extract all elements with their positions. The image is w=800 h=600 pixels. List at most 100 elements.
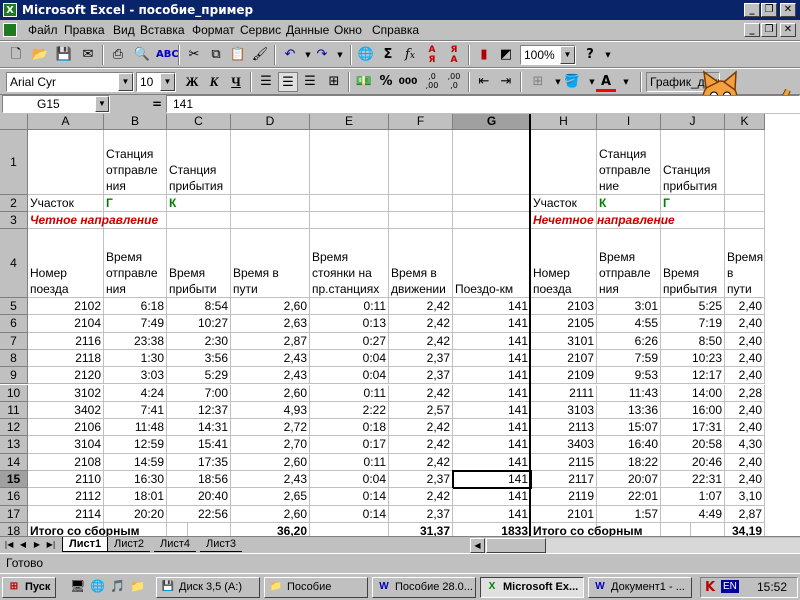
decrease-indent-icon[interactable]: ⇤ bbox=[474, 72, 494, 92]
cell-h14[interactable]: 2115 bbox=[531, 453, 597, 471]
cell-h15[interactable]: 2117 bbox=[531, 471, 597, 489]
cell-d14[interactable]: 2,60 bbox=[231, 453, 310, 471]
media-icon[interactable]: 🎵 bbox=[110, 579, 126, 595]
chevron-down-icon[interactable]: ▼ bbox=[118, 73, 133, 91]
cell-a15[interactable]: 2110 bbox=[28, 471, 104, 489]
cell-c15[interactable]: 18:56 bbox=[167, 471, 231, 489]
cell-f17[interactable]: 2,37 bbox=[389, 505, 453, 523]
close-button[interactable]: ✕ bbox=[780, 3, 796, 17]
cell-d4[interactable]: Время в пути bbox=[231, 229, 310, 298]
cell-c13[interactable]: 15:41 bbox=[167, 436, 231, 454]
cell-a13[interactable]: 3104 bbox=[28, 436, 104, 454]
new-icon[interactable]: 🗋 bbox=[6, 45, 26, 65]
cell-e9[interactable]: 0:04 bbox=[310, 367, 389, 385]
cell-i7[interactable]: 6:26 bbox=[597, 332, 661, 350]
cell[interactable] bbox=[310, 130, 389, 195]
cell[interactable] bbox=[310, 212, 389, 229]
cell[interactable] bbox=[310, 195, 389, 212]
cell-b4[interactable]: Время отправле ния bbox=[104, 229, 167, 298]
cell-b1[interactable]: Станция отправле ния bbox=[104, 130, 167, 195]
cell-e12[interactable]: 0:18 bbox=[310, 419, 389, 437]
row-header-16[interactable]: 16 bbox=[0, 488, 28, 506]
sort-descending-icon[interactable]: ЯА bbox=[444, 45, 464, 65]
menu-tools[interactable]: Сервис bbox=[240, 23, 281, 37]
cell-d12[interactable]: 2,72 bbox=[231, 419, 310, 437]
cut-icon[interactable]: ✂ bbox=[184, 45, 204, 65]
cell-f6[interactable]: 2,42 bbox=[389, 315, 453, 333]
cell-h12[interactable]: 2113 bbox=[531, 419, 597, 437]
cell-e5[interactable]: 0:11 bbox=[310, 298, 389, 316]
cell-k5[interactable]: 2,40 bbox=[725, 298, 765, 316]
sheet-tab-4[interactable]: Лист4 bbox=[154, 537, 197, 552]
chevron-down-icon[interactable]: ▼ bbox=[160, 73, 175, 91]
cell-g18[interactable]: 1833 bbox=[453, 522, 531, 536]
row-header-14[interactable]: 14 bbox=[0, 453, 28, 471]
cell-a3[interactable]: Четное направление bbox=[28, 212, 228, 229]
cell-j14[interactable]: 20:46 bbox=[661, 453, 725, 471]
cell[interactable] bbox=[231, 195, 310, 212]
taskbar-item-disk[interactable]: 💾 Диск 3,5 (A:) bbox=[156, 577, 260, 598]
cell-e11[interactable]: 2:22 bbox=[310, 401, 389, 420]
copy-icon[interactable]: ⧉ bbox=[206, 45, 226, 65]
cell-j17[interactable]: 4:49 bbox=[661, 505, 725, 523]
menu-data[interactable]: Данные bbox=[286, 23, 329, 37]
row-header-18[interactable]: 18 bbox=[0, 522, 28, 536]
cell-f18[interactable]: 31,37 bbox=[389, 522, 453, 536]
cell[interactable] bbox=[453, 212, 531, 229]
cell-d13[interactable]: 2,70 bbox=[231, 436, 310, 454]
cell-f11[interactable]: 2,57 bbox=[389, 401, 453, 420]
scroll-thumb[interactable] bbox=[486, 538, 546, 553]
first-sheet-icon[interactable]: |◀ bbox=[2, 538, 16, 552]
row-header-6[interactable]: 6 bbox=[0, 315, 28, 333]
taskbar-item-folder[interactable]: 📁 Пособие bbox=[264, 577, 368, 598]
cell-k17[interactable]: 2,87 bbox=[725, 505, 765, 523]
cell-c16[interactable]: 20:40 bbox=[167, 488, 231, 506]
next-sheet-icon[interactable]: ▶ bbox=[30, 538, 44, 552]
cell-a4[interactable]: Номер поезда bbox=[28, 229, 104, 298]
cell-h9[interactable]: 2109 bbox=[531, 367, 597, 385]
doc-close-button[interactable]: ✕ bbox=[780, 23, 796, 37]
cell-c7[interactable]: 2:30 bbox=[167, 332, 231, 350]
cell-i6[interactable]: 4:55 bbox=[597, 315, 661, 333]
cell-i8[interactable]: 7:59 bbox=[597, 349, 661, 368]
cell-b17[interactable]: 20:20 bbox=[104, 505, 167, 523]
row-header-17[interactable]: 17 bbox=[0, 505, 28, 523]
cell-b13[interactable]: 12:59 bbox=[104, 436, 167, 454]
align-left-icon[interactable]: ☰ bbox=[256, 72, 276, 92]
equals-sign[interactable]: = bbox=[152, 95, 162, 113]
excel-app-icon[interactable]: X bbox=[3, 3, 17, 17]
drawing-icon[interactable]: ◩ bbox=[496, 45, 516, 65]
menu-insert[interactable]: Вставка bbox=[140, 23, 185, 37]
cell-k18[interactable]: 34,19 bbox=[725, 522, 765, 536]
cell[interactable] bbox=[453, 130, 531, 195]
decrease-decimal-icon[interactable]: ,00,0 bbox=[444, 72, 464, 92]
column-header-b[interactable]: B bbox=[104, 114, 167, 130]
last-sheet-icon[interactable]: ▶| bbox=[44, 538, 58, 552]
align-right-icon[interactable]: ☰ bbox=[300, 72, 320, 92]
cell-j4[interactable]: Время прибытия bbox=[661, 229, 725, 298]
cell[interactable] bbox=[389, 212, 453, 229]
taskbar-item-word-doc[interactable]: W Пособие 28.0... bbox=[372, 577, 476, 598]
worksheet-grid[interactable]: A B C D E F G H I J K 1 Станция отправле ния Станция … bbox=[0, 114, 800, 536]
cell-g6[interactable]: 141 bbox=[453, 315, 531, 333]
row-header-3[interactable]: 3 bbox=[0, 212, 28, 229]
cell-j12[interactable]: 17:31 bbox=[661, 419, 725, 437]
cell-g17[interactable]: 141 bbox=[453, 505, 531, 523]
cell-a16[interactable]: 2112 bbox=[28, 488, 104, 506]
cell-c12[interactable]: 14:31 bbox=[167, 419, 231, 437]
row-header-11[interactable]: 11 bbox=[0, 401, 28, 420]
cell-h13[interactable]: 3403 bbox=[531, 436, 597, 454]
cell-c2[interactable]: К bbox=[167, 195, 231, 212]
cell-h4[interactable]: Номер поезда bbox=[531, 229, 597, 298]
cell-e7[interactable]: 0:27 bbox=[310, 332, 389, 350]
cell-c17[interactable]: 22:56 bbox=[167, 505, 231, 523]
cell-d6[interactable]: 2,63 bbox=[231, 315, 310, 333]
cell-f14[interactable]: 2,42 bbox=[389, 453, 453, 471]
cell-e10[interactable]: 0:11 bbox=[310, 384, 389, 402]
cell-h7[interactable]: 3101 bbox=[531, 332, 597, 350]
browser-icon[interactable]: 🌐 bbox=[90, 579, 106, 595]
sort-ascending-icon[interactable]: АЯ bbox=[422, 45, 442, 65]
cell-a18[interactable]: Итого со сборным bbox=[28, 522, 188, 536]
function-icon[interactable]: fx bbox=[400, 45, 420, 65]
name-box[interactable]: G15 ▼ bbox=[2, 95, 110, 113]
